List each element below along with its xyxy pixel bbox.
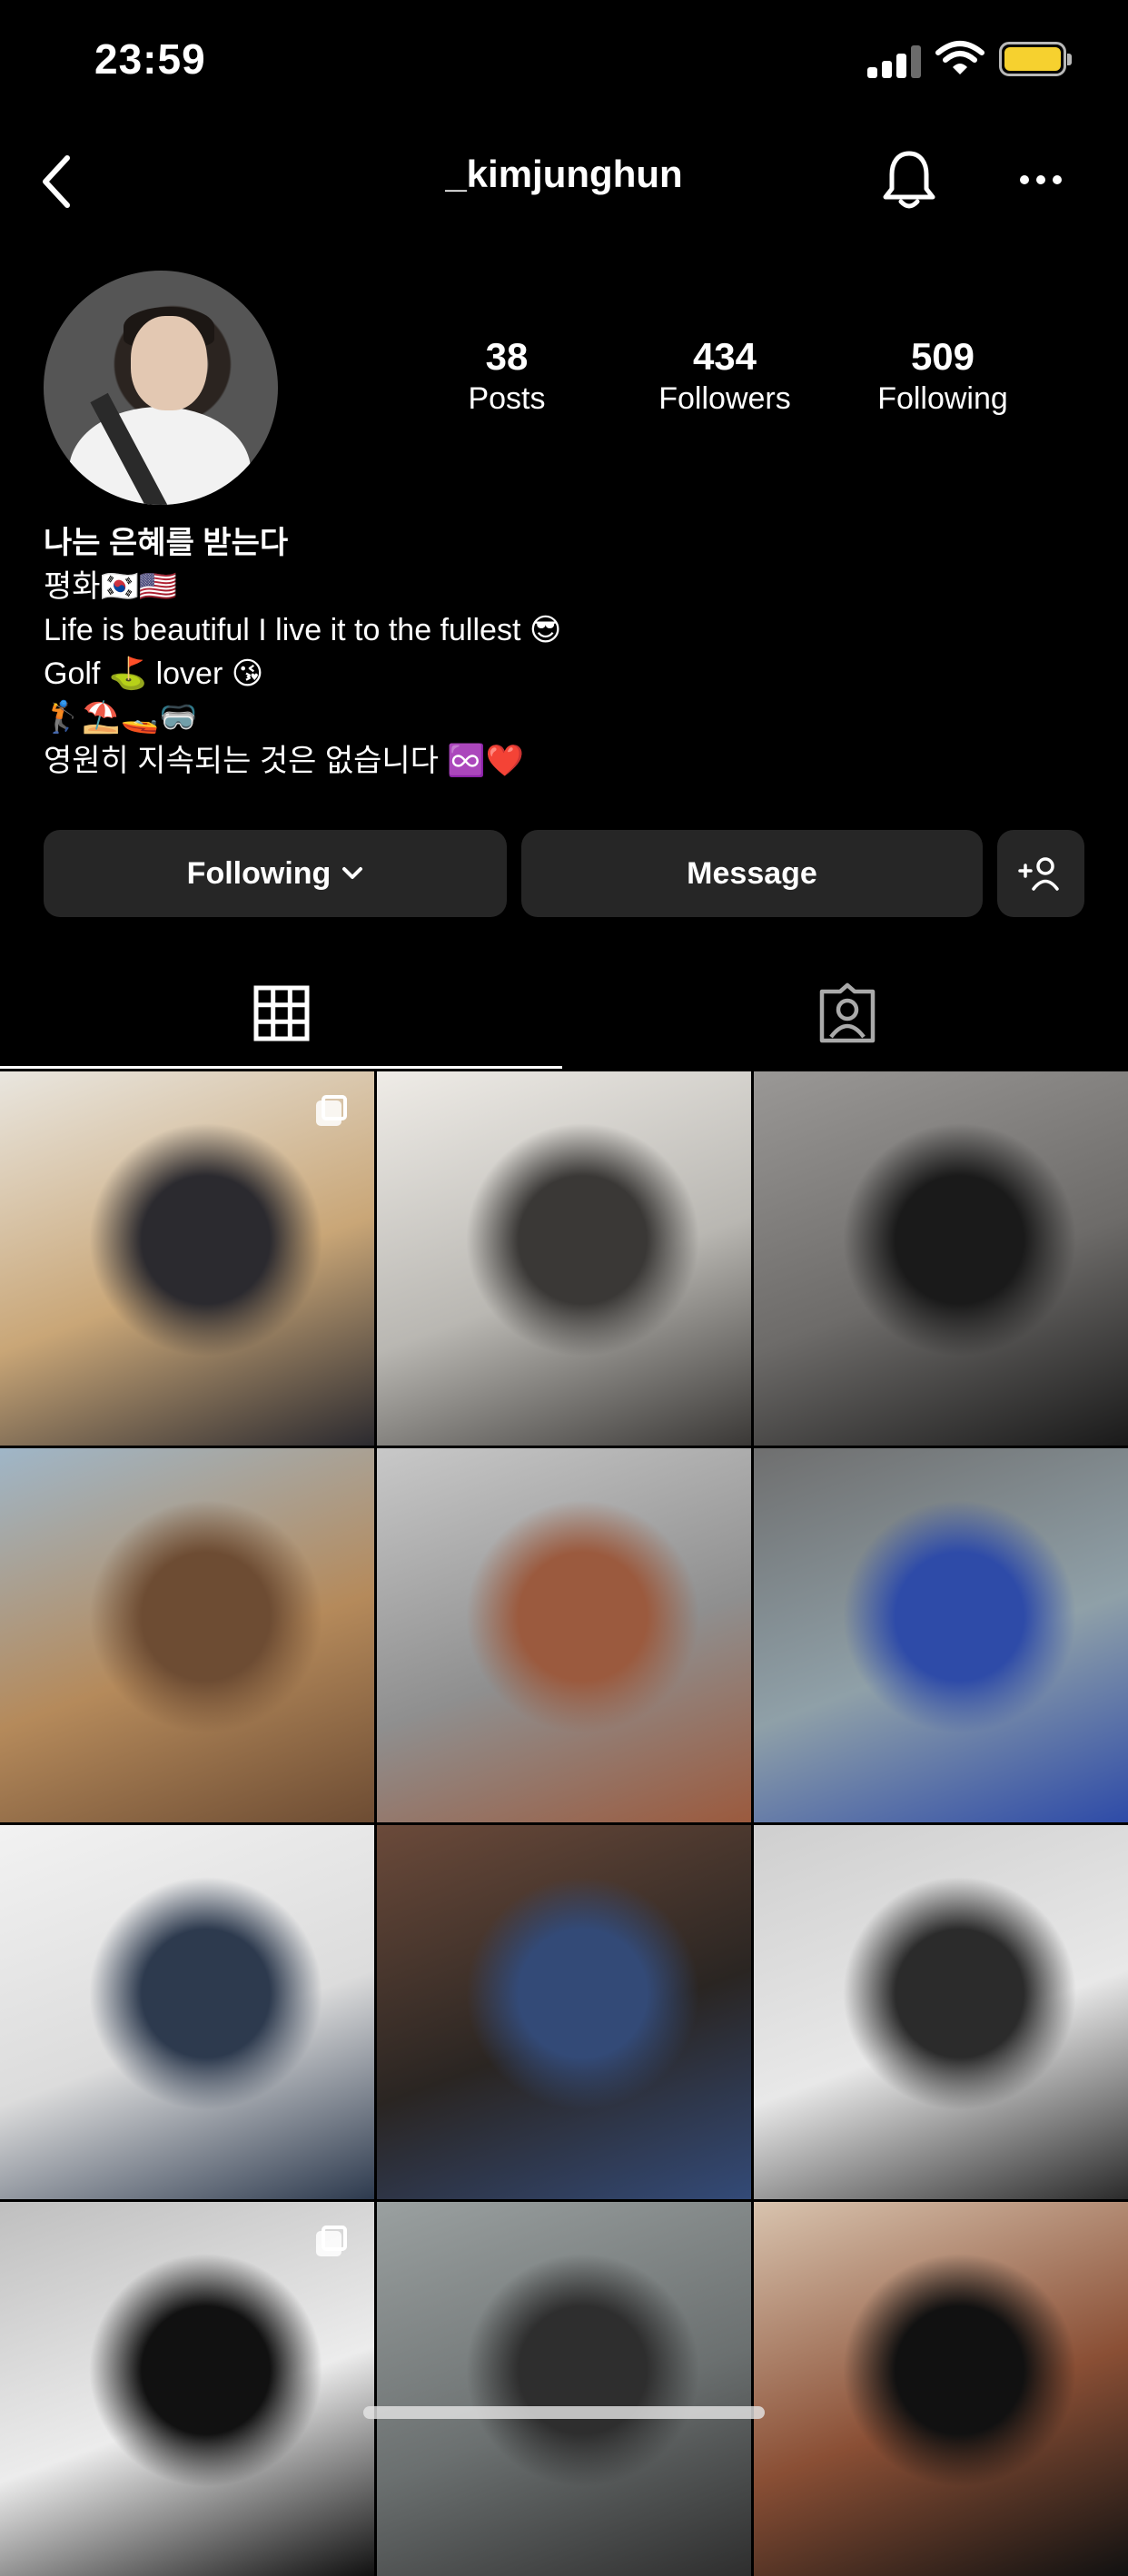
status-time: 23:59 <box>94 35 206 83</box>
cellular-signal-icon <box>867 45 922 78</box>
multiple-photos-icon <box>316 2226 347 2256</box>
post-thumbnail[interactable] <box>377 2202 751 2576</box>
message-button[interactable]: Message <box>521 830 983 917</box>
chevron-down-icon <box>341 866 363 881</box>
post-thumbnail[interactable] <box>0 1448 374 1822</box>
following-button[interactable]: Following <box>44 830 507 917</box>
profile-avatar[interactable] <box>44 271 278 505</box>
stat-following-label: Following <box>877 381 1008 416</box>
profile-username: _kimjunghun <box>445 153 683 195</box>
bio-line: Golf ⛳ lover 😘 <box>44 656 264 691</box>
post-thumbnail[interactable] <box>754 1448 1128 1822</box>
bio-line: 평화🇰🇷🇺🇸 <box>44 569 178 604</box>
bio-line: 나는 은혜를 받는다 <box>44 526 289 560</box>
stat-posts[interactable]: 38 Posts <box>436 334 578 418</box>
post-thumbnail[interactable] <box>0 1825 374 2199</box>
bell-icon <box>883 151 935 209</box>
status-bar: 23:59 <box>0 0 1128 127</box>
stat-following[interactable]: 509 Following <box>854 334 1032 418</box>
stat-posts-count: 38 <box>485 335 529 378</box>
tagged-person-icon <box>819 982 875 1043</box>
profile-bio: 나는 은혜를 받는다 평화🇰🇷🇺🇸 Life is beautiful I li… <box>44 521 1088 783</box>
wifi-icon <box>935 40 985 81</box>
post-thumbnail[interactable] <box>377 1448 751 1822</box>
active-tab-indicator <box>0 1066 562 1069</box>
post-thumbnail[interactable] <box>377 1071 751 1446</box>
tab-tagged[interactable] <box>566 962 1128 1064</box>
message-button-label: Message <box>687 855 817 891</box>
more-options-button[interactable] <box>1008 154 1074 205</box>
stat-following-count: 509 <box>910 335 975 378</box>
suggested-users-button[interactable] <box>997 830 1084 917</box>
post-thumbnail[interactable] <box>0 2202 374 2576</box>
bio-line: 🏌️⛱️🚤🥽 <box>44 700 198 735</box>
stat-followers-count: 434 <box>692 335 757 378</box>
multiple-photos-icon <box>316 1095 347 1126</box>
home-indicator[interactable] <box>363 2406 765 2419</box>
notifications-button[interactable] <box>877 147 941 214</box>
stat-posts-label: Posts <box>468 381 546 416</box>
battery-icon <box>999 42 1072 76</box>
stat-followers-label: Followers <box>658 381 791 416</box>
bio-line: Life is beautiful I live it to the fulle… <box>44 613 562 647</box>
post-thumbnail[interactable] <box>377 1825 751 2199</box>
more-horizontal-icon <box>1020 175 1062 184</box>
stat-followers[interactable]: 434 Followers <box>636 334 814 418</box>
bio-line: 영원히 지속되는 것은 없습니다 ♾️❤️ <box>44 744 525 778</box>
following-button-label: Following <box>186 855 331 891</box>
post-thumbnail[interactable] <box>754 1071 1128 1446</box>
post-thumbnail[interactable] <box>0 1071 374 1446</box>
post-thumbnail[interactable] <box>754 1825 1128 2199</box>
tab-posts-grid[interactable] <box>0 962 562 1064</box>
post-thumbnail[interactable] <box>754 2202 1128 2576</box>
grid-icon <box>253 985 309 1041</box>
add-person-icon <box>1018 857 1059 891</box>
